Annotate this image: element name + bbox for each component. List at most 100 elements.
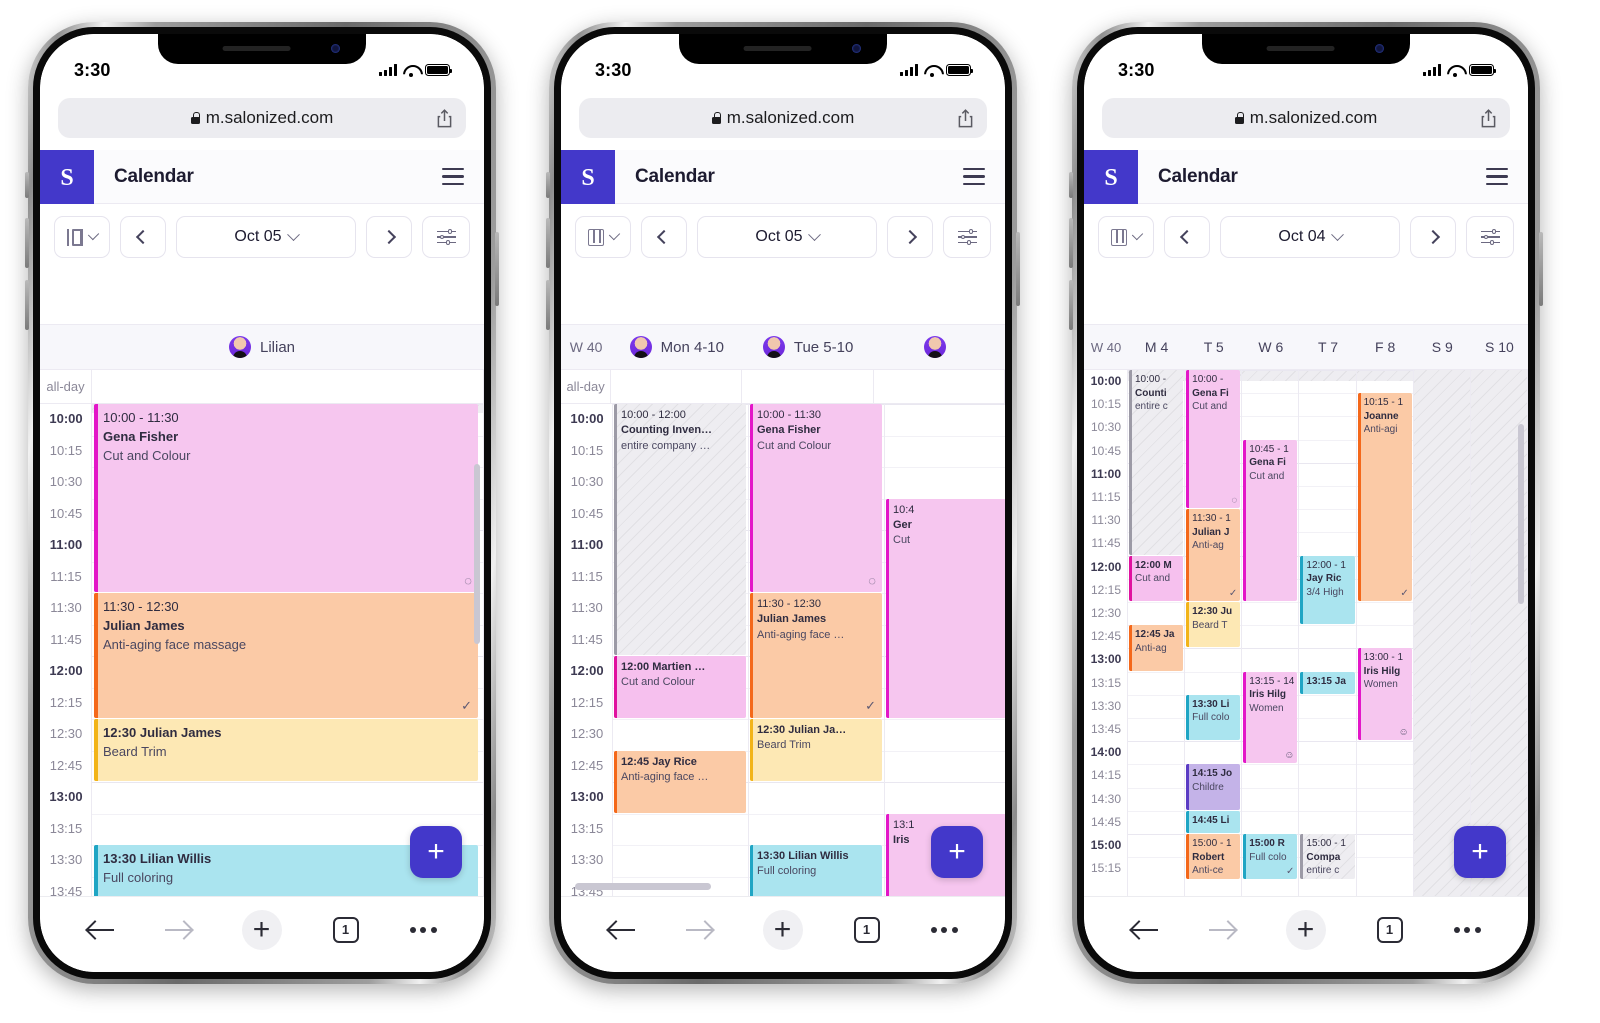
filter-button[interactable] — [943, 216, 991, 258]
share-icon[interactable] — [437, 108, 452, 128]
browser-new-tab-button[interactable]: + — [762, 909, 803, 950]
address-field[interactable]: m.salonized.com — [58, 98, 466, 138]
horizontal-scrollbar[interactable] — [575, 883, 711, 890]
volume-down-button[interactable] — [25, 280, 29, 330]
browser-new-tab-button[interactable]: + — [1285, 909, 1326, 950]
browser-more-button[interactable] — [930, 926, 958, 933]
previous-period-button[interactable] — [120, 216, 166, 258]
date-selector-button[interactable]: Oct 04 — [1220, 216, 1400, 258]
filter-button[interactable] — [422, 216, 470, 258]
calendar-event[interactable]: 12:30 Julian Ja… Beard Trim — [750, 719, 882, 781]
next-period-button[interactable] — [887, 216, 933, 258]
mute-switch[interactable] — [546, 172, 550, 198]
view-selector-button[interactable] — [1098, 216, 1154, 258]
calendar-column-header[interactable] — [874, 336, 1005, 358]
all-day-cell[interactable] — [92, 370, 484, 403]
calendar-event[interactable]: 14:45 Li — [1186, 810, 1241, 833]
all-day-cell[interactable] — [611, 370, 743, 403]
mute-switch[interactable] — [1069, 172, 1073, 198]
share-icon[interactable] — [1481, 108, 1496, 128]
calendar-event[interactable]: 13:15 Ja — [1300, 671, 1355, 694]
calendar-event[interactable]: 15:00 R Full colo ✓ — [1243, 834, 1298, 880]
add-appointment-button[interactable]: + — [410, 826, 462, 878]
previous-period-button[interactable] — [1164, 216, 1210, 258]
browser-new-tab-button[interactable]: + — [241, 909, 282, 950]
calendar-event[interactable]: 10:00 - 11:30 Gena Fisher Cut and Colour ◌ — [750, 404, 882, 592]
calendar-event[interactable]: 10:00 - Counti entire c — [1129, 370, 1184, 555]
day-column[interactable] — [1299, 370, 1357, 896]
volume-down-button[interactable] — [1069, 280, 1073, 330]
vertical-scrollbar[interactable] — [474, 464, 480, 644]
salonized-logo[interactable]: S — [1084, 149, 1138, 204]
calendar-event[interactable]: 11:30 - 1 Julian J Anti-ag ✓ — [1186, 509, 1241, 601]
calendar-column-header[interactable]: F 8 — [1357, 339, 1414, 355]
calendar-event[interactable]: 10:00 - 11:30 Gena Fisher Cut and Colour ◌ — [94, 404, 478, 592]
filter-button[interactable] — [1466, 216, 1514, 258]
day-column[interactable] — [1413, 370, 1471, 896]
calendar-column-header[interactable]: M 4 — [1128, 339, 1185, 355]
browser-more-button[interactable] — [409, 926, 437, 933]
calendar-event[interactable]: 10:00 - 12:00 Counting Inven… entire compa… — [614, 404, 746, 655]
power-button[interactable] — [1016, 232, 1020, 306]
date-selector-button[interactable]: Oct 05 — [176, 216, 356, 258]
volume-up-button[interactable] — [25, 218, 29, 268]
view-selector-button[interactable] — [575, 216, 631, 258]
calendar-event[interactable]: 11:30 - 12:30 Julian James Anti-aging face… — [750, 593, 882, 718]
browser-back-button[interactable] — [1131, 920, 1158, 940]
browser-forward-button[interactable] — [165, 920, 191, 940]
date-selector-button[interactable]: Oct 05 — [697, 216, 877, 258]
view-selector-button[interactable] — [54, 216, 110, 258]
next-period-button[interactable] — [366, 216, 412, 258]
calendar-event[interactable]: 13:30 Li Full colo — [1186, 694, 1241, 741]
vertical-scrollbar[interactable] — [1518, 424, 1524, 604]
calendar-event[interactable]: 12:30 Ju Beard T — [1186, 602, 1241, 648]
calendar-event[interactable]: 15:00 - 1 Compa entire c — [1300, 834, 1355, 880]
calendar-column-header[interactable]: T 7 — [1299, 339, 1356, 355]
calendar-column-header[interactable]: T 5 — [1185, 339, 1242, 355]
address-field[interactable]: m.salonized.com — [1102, 98, 1510, 138]
calendar-column-header[interactable]: S 9 — [1414, 339, 1471, 355]
share-icon[interactable] — [958, 108, 973, 128]
browser-tabs-button[interactable]: 1 — [853, 916, 880, 943]
calendar-event[interactable]: 10:15 - 1 Joanne Anti-agi ✓ — [1357, 393, 1412, 601]
browser-forward-button[interactable] — [686, 920, 712, 940]
hamburger-menu-icon[interactable] — [1486, 167, 1508, 186]
calendar-event[interactable]: 12:45 Jay Rice Anti-aging face … — [614, 750, 746, 813]
calendar-column-header[interactable]: Mon 4-10 — [611, 336, 742, 358]
browser-tabs-button[interactable]: 1 — [1376, 916, 1403, 943]
calendar-event[interactable]: 10:00 - Gena Fi Cut and ◌ — [1186, 370, 1241, 509]
next-period-button[interactable] — [1410, 216, 1456, 258]
calendar-event[interactable]: 12:45 Ja Anti-ag — [1129, 625, 1184, 671]
mute-switch[interactable] — [25, 172, 29, 198]
power-button[interactable] — [495, 232, 499, 306]
volume-up-button[interactable] — [546, 218, 550, 268]
calendar-event[interactable]: 12:30 Julian James Beard Trim — [94, 719, 478, 781]
add-appointment-button[interactable]: + — [1454, 826, 1506, 878]
calendar-event[interactable]: 10:45 - 1 Gena Fi Cut and — [1243, 439, 1298, 601]
calendar-event[interactable]: 13:30 Lilian Willis Full coloring — [750, 845, 882, 896]
browser-back-button[interactable] — [608, 920, 635, 940]
all-day-cell[interactable] — [742, 370, 874, 403]
calendar-event[interactable]: 14:15 Jo Childre — [1186, 764, 1241, 810]
browser-tabs-button[interactable]: 1 — [332, 916, 359, 943]
calendar-event[interactable]: 10:4 Ger Cut — [886, 498, 1005, 718]
calendar-event[interactable]: 15:00 - 1 Robert Anti-ce — [1186, 834, 1241, 880]
browser-more-button[interactable] — [1453, 926, 1481, 933]
previous-period-button[interactable] — [641, 216, 687, 258]
calendar-column-header[interactable]: S 10 — [1471, 339, 1528, 355]
calendar-event[interactable]: 12:00 Martien … Cut and Colour — [614, 656, 746, 718]
salonized-logo[interactable]: S — [561, 149, 615, 204]
hamburger-menu-icon[interactable] — [963, 167, 985, 186]
browser-back-button[interactable] — [87, 920, 114, 940]
add-appointment-button[interactable]: + — [931, 826, 983, 878]
power-button[interactable] — [1539, 232, 1543, 306]
calendar-event[interactable]: 13:15 - 14 Iris Hilg Women ☺ — [1243, 671, 1298, 764]
all-day-cell[interactable] — [874, 370, 1005, 403]
calendar-event[interactable]: 13:00 - 1 Iris Hilg Women ☺ — [1357, 648, 1412, 741]
calendar-column-header[interactable]: Tue 5-10 — [742, 336, 873, 358]
calendar-event[interactable]: 12:00 M Cut and — [1129, 555, 1184, 601]
calendar-column-header[interactable]: W 6 — [1242, 339, 1299, 355]
calendar-event[interactable]: 11:30 - 12:30 Julian James Anti-aging face… — [94, 593, 478, 718]
address-field[interactable]: m.salonized.com — [579, 98, 987, 138]
calendar-column-header[interactable]: Lilian — [40, 336, 484, 358]
